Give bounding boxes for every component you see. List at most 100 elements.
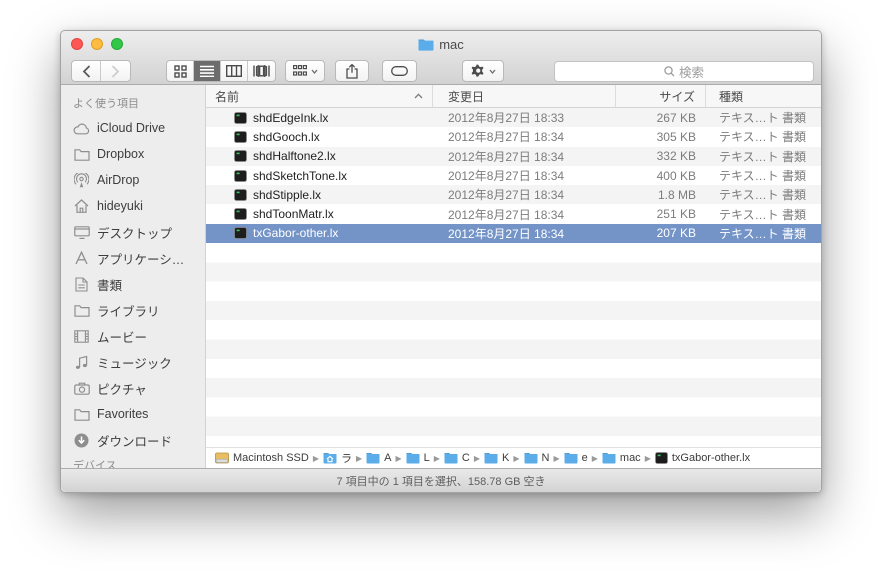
path-item[interactable]: txGabor-other.lx — [655, 452, 750, 464]
path-item-label: C — [462, 452, 470, 464]
path-item[interactable]: ラ — [323, 450, 352, 466]
file-row[interactable]: shdEdgeInk.lx 2012年8月27日 18:33 267 KB テキ… — [206, 108, 821, 127]
executable-file-icon — [234, 150, 247, 162]
sidebar-item-label: Favorites — [97, 407, 148, 421]
sidebar-item[interactable]: iCloud Drive — [61, 115, 205, 141]
column-header-kind-label: 種類 — [719, 88, 743, 105]
sidebar-item-label: 書類 — [97, 275, 122, 294]
folder-icon — [73, 406, 90, 423]
path-item[interactable]: mac — [602, 452, 641, 464]
sidebar-item-label: デスクトップ — [97, 223, 172, 242]
file-date-cell: 2012年8月27日 18:34 — [433, 186, 616, 203]
sidebar-item[interactable]: 書類 — [61, 271, 205, 297]
file-row[interactable]: shdToonMatr.lx 2012年8月27日 18:34 251 KB テ… — [206, 204, 821, 223]
sidebar-items: iCloud Drive Dropbox AirDrop hideyuki デス… — [61, 115, 205, 453]
coverflow-view-button[interactable] — [248, 61, 275, 81]
sidebar-item[interactable]: ピクチャ — [61, 375, 205, 401]
coverflow-view-icon — [253, 65, 270, 77]
path-item[interactable]: Macintosh SSD — [215, 452, 309, 464]
arrange-button[interactable] — [285, 60, 325, 82]
path-item[interactable]: K — [484, 452, 509, 464]
titlebar[interactable]: mac — [61, 31, 821, 57]
column-header-kind[interactable]: 種類 — [706, 85, 821, 107]
list-header: 名前 変更日 サイズ 種類 — [206, 85, 821, 108]
sidebar-item[interactable]: ダウンロード — [61, 427, 205, 453]
path-separator-icon: ▶ — [645, 454, 651, 463]
file-date-cell: 2012年8月27日 18:34 — [433, 148, 616, 165]
sidebar-item[interactable]: ムービー — [61, 323, 205, 349]
nav-buttons — [71, 60, 131, 82]
file-name-cell: shdStipple.lx — [206, 188, 433, 202]
icon-view-button[interactable] — [167, 61, 194, 81]
view-switcher — [166, 60, 276, 82]
sidebar-item-label: AirDrop — [97, 173, 139, 187]
column-header-size[interactable]: サイズ — [616, 85, 706, 107]
sidebar-item[interactable]: Dropbox — [61, 141, 205, 167]
sidebar-item[interactable]: hideyuki — [61, 193, 205, 219]
empty-rows-area[interactable] — [206, 243, 821, 447]
airdrop-icon — [73, 172, 90, 189]
column-header-date-label: 変更日 — [448, 88, 484, 105]
sidebar-item[interactable]: アプリケーシ… — [61, 245, 205, 271]
sort-ascending-icon — [414, 93, 423, 99]
search-icon — [664, 66, 675, 77]
close-button[interactable] — [71, 38, 83, 50]
tag-button[interactable] — [382, 60, 417, 82]
path-item[interactable]: L — [406, 452, 430, 464]
search-input[interactable]: 検索 — [554, 61, 814, 82]
path-item-label: ラ — [341, 450, 352, 466]
path-item-label: K — [502, 452, 509, 464]
minimize-button[interactable] — [91, 38, 103, 50]
list-view-button[interactable] — [194, 61, 221, 81]
traffic-lights — [71, 38, 123, 50]
movies-icon — [73, 328, 90, 345]
sidebar-item[interactable]: AirDrop — [61, 167, 205, 193]
sidebar-item[interactable]: ミュージック — [61, 349, 205, 375]
forward-button[interactable] — [101, 61, 130, 81]
file-size-cell: 251 KB — [616, 207, 706, 221]
file-name: shdStipple.lx — [253, 188, 321, 202]
sidebar-item[interactable]: Favorites — [61, 401, 205, 427]
file-row[interactable]: shdSketchTone.lx 2012年8月27日 18:34 400 KB… — [206, 166, 821, 185]
share-button[interactable] — [335, 60, 369, 82]
window-title: mac — [418, 37, 464, 52]
file-kind-cell: テキス…ト 書類 — [706, 206, 821, 223]
bluefolder-icon — [366, 452, 380, 464]
action-button[interactable] — [462, 60, 504, 82]
column-view-button[interactable] — [221, 61, 248, 81]
sidebar-item[interactable]: ライブラリ — [61, 297, 205, 323]
file-row[interactable]: txGabor-other.lx 2012年8月27日 18:34 207 KB… — [206, 224, 821, 243]
sidebar-item-label: ピクチャ — [97, 379, 147, 398]
folder-icon — [73, 146, 90, 163]
executable-file-icon — [234, 170, 247, 182]
list-view-icon — [200, 65, 214, 77]
sidebar-item[interactable]: デスクトップ — [61, 219, 205, 245]
file-kind-cell: テキス…ト 書類 — [706, 186, 821, 203]
path-item[interactable]: N — [524, 452, 550, 464]
file-row[interactable]: shdStipple.lx 2012年8月27日 18:34 1.8 MB テキ… — [206, 185, 821, 204]
executable-file-icon — [234, 131, 247, 143]
column-header-name[interactable]: 名前 — [206, 85, 433, 107]
sidebar-item-label: ダウンロード — [97, 431, 172, 450]
bluefolder-icon — [602, 452, 616, 464]
icloud-icon — [73, 120, 90, 137]
home-icon — [73, 198, 90, 215]
path-item[interactable]: e — [564, 452, 588, 464]
column-header-size-label: サイズ — [659, 88, 695, 105]
sidebar-item-label: Dropbox — [97, 147, 144, 161]
back-button[interactable] — [72, 61, 101, 81]
sidebar-item-label: ムービー — [97, 327, 147, 346]
desktop-icon — [73, 224, 90, 241]
drive-icon — [215, 452, 229, 464]
path-item-label: e — [582, 452, 588, 464]
path-item[interactable]: C — [444, 452, 470, 464]
path-separator-icon: ▶ — [592, 454, 598, 463]
bluefolder-icon — [484, 452, 498, 464]
zoom-button[interactable] — [111, 38, 123, 50]
path-item[interactable]: A — [366, 452, 391, 464]
file-name-cell: shdToonMatr.lx — [206, 207, 433, 221]
file-row[interactable]: shdHalftone2.lx 2012年8月27日 18:34 332 KB … — [206, 147, 821, 166]
path-item-label: Macintosh SSD — [233, 452, 309, 464]
file-row[interactable]: shdGooch.lx 2012年8月27日 18:34 305 KB テキス…… — [206, 127, 821, 146]
column-header-date[interactable]: 変更日 — [433, 85, 616, 107]
